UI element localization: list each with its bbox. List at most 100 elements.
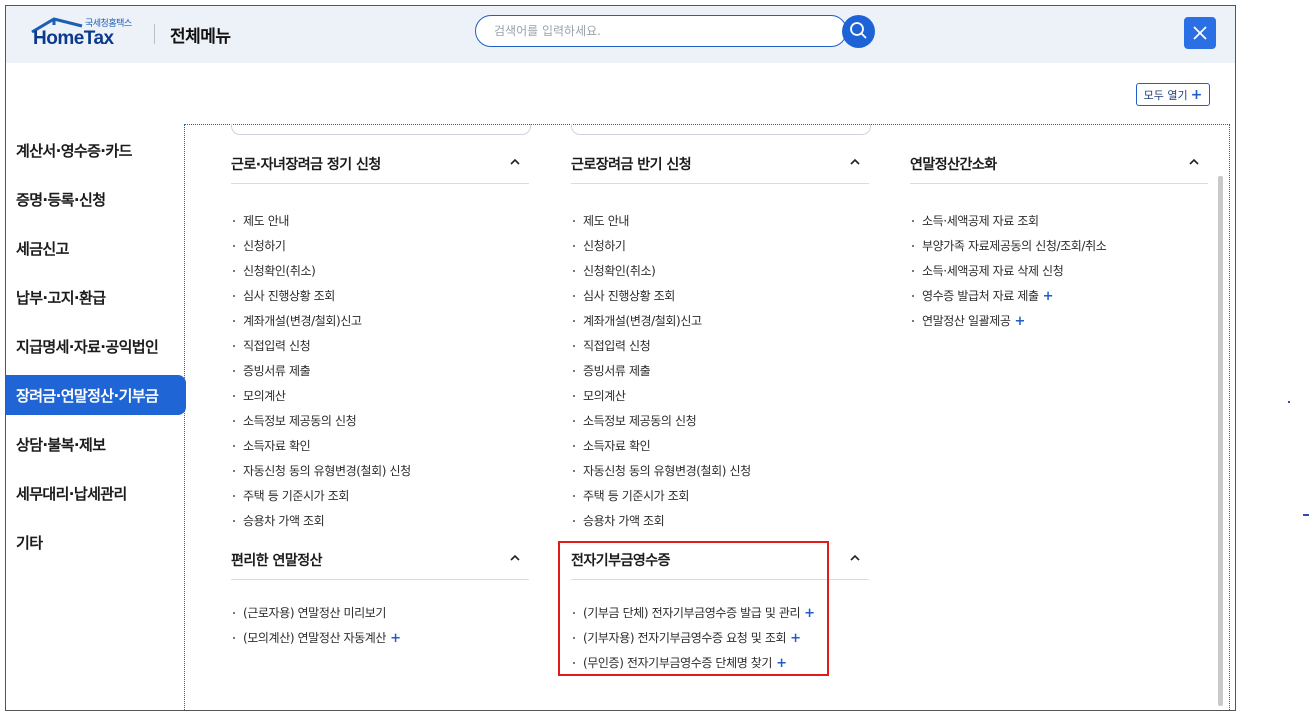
menu-link[interactable]: 소득자료 확인 bbox=[231, 439, 529, 464]
section-title: 전자기부금영수증 bbox=[571, 553, 671, 569]
plus-icon: + bbox=[1190, 86, 1203, 103]
scrollbar[interactable] bbox=[1218, 176, 1223, 706]
menu-link-label: (무인증) 전자기부금영수증 단체명 찾기 bbox=[583, 656, 773, 670]
menu-link-expandable[interactable]: (무인증) 전자기부금영수증 단체명 찾기 + bbox=[571, 656, 869, 681]
menu-link-label: 영수증 발급처 자료 제출 bbox=[922, 289, 1039, 303]
menu-link-expandable[interactable]: (모의계산) 연말정산 자동계산 + bbox=[231, 631, 529, 656]
section-header[interactable]: 근로장려금 반기 신청 bbox=[571, 143, 869, 184]
close-button[interactable] bbox=[1184, 17, 1216, 49]
menu-link[interactable]: 계좌개설(변경/철회)신고 bbox=[231, 314, 529, 339]
section-regular-incentive: 근로·자녀장려금 정기 신청 제도 안내 신청하기 신청확인(취소) 심사 진행… bbox=[231, 143, 529, 539]
menu-link[interactable]: 소득·세액공제 자료 삭제 신청 bbox=[910, 264, 1208, 289]
menu-link[interactable]: 신청하기 bbox=[571, 239, 869, 264]
menu-link[interactable]: 심사 진행상황 조회 bbox=[231, 289, 529, 314]
section-convenient-yearend: 편리한 연말정산 (근로자용) 연말정산 미리보기 (모의계산) 연말정산 자동… bbox=[231, 539, 529, 656]
menu-window: 국세청홈택스 HomeTax 전체메뉴 모두 열기 + 계산서·영수증·카드 bbox=[5, 5, 1236, 711]
menu-link[interactable]: 계좌개설(변경/철회)신고 bbox=[571, 314, 869, 339]
menu-link[interactable]: 부양가족 자료제공동의 신청/조회/취소 bbox=[910, 239, 1208, 264]
sidebar-item-incentive-yearend-donation[interactable]: 장려금·연말정산·기부금 bbox=[6, 375, 186, 415]
menu-link[interactable]: 소득정보 제공동의 신청 bbox=[571, 414, 869, 439]
section-yearend-simplified: 연말정산간소화 소득·세액공제 자료 조회 부양가족 자료제공동의 신청/조회/… bbox=[910, 143, 1208, 339]
section-header[interactable]: 근로·자녀장려금 정기 신청 bbox=[231, 143, 529, 184]
section-header[interactable]: 편리한 연말정산 bbox=[231, 539, 529, 580]
menu-link-label: (모의계산) 연말정산 자동계산 bbox=[243, 631, 387, 645]
menu-link[interactable]: 승용차 가액 조회 bbox=[231, 514, 529, 539]
menu-link[interactable]: 자동신청 동의 유형변경(철회) 신청 bbox=[571, 464, 869, 489]
sidebar-item-invoice-receipt-card[interactable]: 계산서·영수증·카드 bbox=[6, 130, 186, 170]
chevron-up-icon bbox=[510, 158, 520, 165]
open-all-label: 모두 열기 bbox=[1143, 88, 1188, 102]
menu-link-expandable[interactable]: 영수증 발급처 자료 제출 + bbox=[910, 289, 1208, 314]
search-button[interactable] bbox=[842, 15, 875, 48]
search-input[interactable] bbox=[475, 15, 847, 47]
plus-icon: + bbox=[804, 606, 815, 621]
plus-icon: + bbox=[1042, 289, 1054, 304]
menu-link[interactable]: 승용차 가액 조회 bbox=[571, 514, 869, 539]
section-header[interactable]: 연말정산간소화 bbox=[910, 143, 1208, 184]
menu-link[interactable]: 주택 등 기준시가 조회 bbox=[571, 489, 869, 514]
sidebar-item-etc[interactable]: 기타 bbox=[6, 522, 186, 562]
plus-icon: + bbox=[790, 631, 801, 646]
menu-link[interactable]: 심사 진행상황 조회 bbox=[571, 289, 869, 314]
column-top-edge bbox=[231, 124, 531, 135]
content-border-right bbox=[1229, 124, 1230, 710]
section-links: 제도 안내 신청하기 신청확인(취소) 심사 진행상황 조회 계좌개설(변경/철… bbox=[571, 214, 869, 539]
menu-link[interactable]: 소득정보 제공동의 신청 bbox=[231, 414, 529, 439]
section-header[interactable]: 전자기부금영수증 bbox=[571, 539, 869, 580]
search-icon bbox=[850, 22, 867, 39]
menu-link[interactable]: 소득·세액공제 자료 조회 bbox=[910, 214, 1208, 239]
menu-link-expandable[interactable]: (기부자용) 전자기부금영수증 요청 및 조회 + bbox=[571, 631, 869, 656]
chevron-up-icon bbox=[850, 554, 860, 561]
chevron-up-icon bbox=[850, 158, 860, 165]
open-all-button[interactable]: 모두 열기 + bbox=[1136, 83, 1210, 106]
section-links: (기부금 단체) 전자기부금영수증 발급 및 관리 + (기부자용) 전자기부금영… bbox=[571, 606, 869, 681]
menu-link[interactable]: 제도 안내 bbox=[571, 214, 869, 239]
page-title: 전체메뉴 bbox=[170, 27, 231, 47]
section-title: 편리한 연말정산 bbox=[231, 553, 323, 569]
menu-link[interactable]: 신청하기 bbox=[231, 239, 529, 264]
header: 국세청홈택스 HomeTax 전체메뉴 bbox=[6, 6, 1235, 63]
menu-link[interactable]: 직접입력 신청 bbox=[231, 339, 529, 364]
menu-link[interactable]: 모의계산 bbox=[231, 389, 529, 414]
menu-link[interactable]: 자동신청 동의 유형변경(철회) 신청 bbox=[231, 464, 529, 489]
column-top-edge bbox=[571, 124, 871, 135]
plus-icon: + bbox=[390, 631, 401, 646]
menu-link-expandable[interactable]: 연말정산 일괄제공 + bbox=[910, 314, 1208, 339]
menu-link-label: (기부금 단체) 전자기부금영수증 발급 및 관리 bbox=[583, 606, 801, 620]
menu-link[interactable]: 직접입력 신청 bbox=[571, 339, 869, 364]
menu-link[interactable]: 신청확인(취소) bbox=[231, 264, 529, 289]
menu-link[interactable]: 신청확인(취소) bbox=[571, 264, 869, 289]
plus-icon: + bbox=[776, 656, 787, 671]
section-links: 소득·세액공제 자료 조회 부양가족 자료제공동의 신청/조회/취소 소득·세액… bbox=[910, 214, 1208, 339]
section-title: 근로·자녀장려금 정기 신청 bbox=[231, 157, 381, 173]
section-title: 연말정산간소화 bbox=[910, 157, 997, 173]
sidebar-item-payment-statement[interactable]: 지급명세·자료·공익법인 bbox=[6, 326, 186, 366]
menu-link[interactable]: 제도 안내 bbox=[231, 214, 529, 239]
stray-mark bbox=[1303, 514, 1309, 516]
section-semiannual-incentive: 근로장려금 반기 신청 제도 안내 신청하기 신청확인(취소) 심사 진행상황 … bbox=[571, 143, 869, 539]
menu-link-label: 연말정산 일괄제공 bbox=[922, 314, 1011, 328]
plus-icon: + bbox=[1014, 314, 1026, 329]
section-title: 근로장려금 반기 신청 bbox=[571, 157, 692, 173]
chevron-up-icon bbox=[1189, 158, 1199, 165]
chevron-up-icon bbox=[510, 554, 520, 561]
section-links: (근로자용) 연말정산 미리보기 (모의계산) 연말정산 자동계산 + bbox=[231, 606, 529, 656]
sidebar-item-tax-agent[interactable]: 세무대리·납세관리 bbox=[6, 473, 186, 513]
sidebar-item-tax-return[interactable]: 세금신고 bbox=[6, 228, 186, 268]
section-electronic-donation-receipt: 전자기부금영수증 (기부금 단체) 전자기부금영수증 발급 및 관리 + (기부자… bbox=[571, 539, 869, 681]
hometax-logo[interactable]: 국세청홈택스 HomeTax bbox=[30, 14, 140, 54]
menu-link[interactable]: 주택 등 기준시가 조회 bbox=[231, 489, 529, 514]
stray-mark bbox=[1288, 401, 1290, 403]
menu-link[interactable]: (근로자용) 연말정산 미리보기 bbox=[231, 606, 529, 631]
menu-link[interactable]: 모의계산 bbox=[571, 389, 869, 414]
menu-link-label: (기부자용) 전자기부금영수증 요청 및 조회 bbox=[583, 631, 787, 645]
menu-link[interactable]: 증빙서류 제출 bbox=[231, 364, 529, 389]
sidebar-item-certificate-registration[interactable]: 증명·등록·신청 bbox=[6, 179, 186, 219]
menu-link[interactable]: 증빙서류 제출 bbox=[571, 364, 869, 389]
close-icon bbox=[1193, 26, 1207, 40]
sidebar-item-consultation-appeal[interactable]: 상담·불복·제보 bbox=[6, 424, 186, 464]
menu-link-expandable[interactable]: (기부금 단체) 전자기부금영수증 발급 및 관리 + bbox=[571, 606, 869, 631]
menu-link[interactable]: 소득자료 확인 bbox=[571, 439, 869, 464]
section-links: 제도 안내 신청하기 신청확인(취소) 심사 진행상황 조회 계좌개설(변경/철… bbox=[231, 214, 529, 539]
sidebar-item-payment-refund[interactable]: 납부·고지·환급 bbox=[6, 277, 186, 317]
